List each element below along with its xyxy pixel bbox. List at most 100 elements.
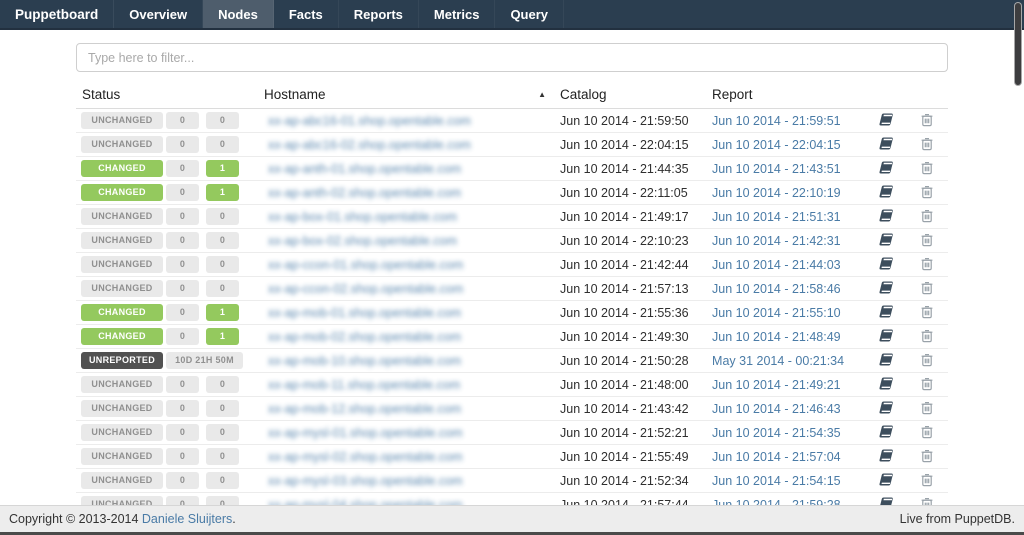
report-book-icon[interactable] — [878, 328, 894, 346]
hostname-link[interactable]: xx-ap-mob-02.shop.opentable.com — [268, 330, 461, 344]
status-badge: UNCHANGED — [81, 400, 163, 417]
hostname-link[interactable]: xx-ap-mob-12.shop.opentable.com — [268, 402, 461, 416]
delete-trash-icon[interactable] — [920, 208, 934, 226]
report-book-icon[interactable] — [878, 160, 894, 178]
report-timestamp-link[interactable]: Jun 10 2014 - 21:54:35 — [712, 426, 841, 440]
failed-count-badge: 0 — [166, 424, 199, 441]
puppetdb-status-text: Live from PuppetDB. — [900, 512, 1015, 526]
report-timestamp-link[interactable]: Jun 10 2014 - 21:57:04 — [712, 450, 841, 464]
changed-count-badge: 0 — [206, 472, 239, 489]
hostname-link[interactable]: xx-ap-mysl-02.shop.opentable.com — [268, 450, 463, 464]
report-book-icon[interactable] — [878, 184, 894, 202]
hostname-link[interactable]: xx-ap-mysl-03.shop.opentable.com — [268, 474, 463, 488]
report-book-icon[interactable] — [878, 280, 894, 298]
nav-item-facts[interactable]: Facts — [274, 0, 339, 28]
delete-trash-icon[interactable] — [920, 280, 934, 298]
node-table-row: CHANGED 0 1 xx-ap-anth-01.shop.opentable… — [76, 157, 948, 181]
delete-trash-icon[interactable] — [920, 184, 934, 202]
hostname-link[interactable]: xx-ap-mob-10.shop.opentable.com — [268, 354, 461, 368]
report-book-icon[interactable] — [878, 352, 894, 370]
vertical-scrollbar-thumb[interactable] — [1014, 2, 1022, 86]
node-table-row: UNREPORTED 10D 21H 50M xx-ap-mob-10.shop… — [76, 349, 948, 373]
delete-trash-icon[interactable] — [920, 376, 934, 394]
hostname-link[interactable]: xx-ap-ccon-01.shop.opentable.com — [268, 258, 463, 272]
report-book-icon[interactable] — [878, 256, 894, 274]
hostname-link[interactable]: xx-ap-abc16-01.shop.opentable.com — [268, 114, 471, 128]
report-timestamp-link[interactable]: Jun 10 2014 - 21:51:31 — [712, 210, 841, 224]
status-badge: UNCHANGED — [81, 424, 163, 441]
hostname-link[interactable]: xx-ap-box-01.shop.opentable.com — [268, 210, 457, 224]
report-book-icon[interactable] — [878, 112, 894, 130]
delete-trash-icon[interactable] — [920, 400, 934, 418]
delete-trash-icon[interactable] — [920, 160, 934, 178]
hostname-link[interactable]: xx-ap-anth-01.shop.opentable.com — [268, 162, 461, 176]
delete-trash-icon[interactable] — [920, 328, 934, 346]
report-timestamp-link[interactable]: Jun 10 2014 - 21:48:49 — [712, 330, 841, 344]
report-timestamp-link[interactable]: May 31 2014 - 00:21:34 — [712, 354, 844, 368]
nav-item-reports[interactable]: Reports — [339, 0, 419, 28]
report-book-icon[interactable] — [878, 208, 894, 226]
nav-item-overview[interactable]: Overview — [114, 0, 203, 28]
delete-trash-icon[interactable] — [920, 304, 934, 322]
changed-count-badge: 0 — [206, 376, 239, 393]
report-timestamp-link[interactable]: Jun 10 2014 - 21:58:46 — [712, 282, 841, 296]
report-book-icon[interactable] — [878, 136, 894, 154]
report-book-icon[interactable] — [878, 304, 894, 322]
report-book-icon[interactable] — [878, 232, 894, 250]
report-timestamp-link[interactable]: Jun 10 2014 - 21:46:43 — [712, 402, 841, 416]
delete-trash-icon[interactable] — [920, 424, 934, 442]
brand-puppetboard[interactable]: Puppetboard — [0, 0, 114, 28]
column-header-report[interactable]: Report — [712, 84, 866, 109]
delete-trash-icon[interactable] — [920, 136, 934, 154]
report-book-icon[interactable] — [878, 472, 894, 490]
report-timestamp-link[interactable]: Jun 10 2014 - 21:54:15 — [712, 474, 841, 488]
report-timestamp-link[interactable]: Jun 10 2014 - 22:04:15 — [712, 138, 841, 152]
node-table-row: UNCHANGED 0 0 xx-ap-abc16-01.shop.openta… — [76, 109, 948, 133]
report-timestamp-link[interactable]: Jun 10 2014 - 21:59:51 — [712, 114, 841, 128]
report-timestamp-link[interactable]: Jun 10 2014 - 21:44:03 — [712, 258, 841, 272]
status-badge: UNCHANGED — [81, 208, 163, 225]
catalog-timestamp: Jun 10 2014 - 21:52:21 — [560, 421, 712, 445]
report-book-icon[interactable] — [878, 424, 894, 442]
nav-item-nodes[interactable]: Nodes — [203, 0, 274, 28]
hostname-link[interactable]: xx-ap-ccon-02.shop.opentable.com — [268, 282, 463, 296]
delete-trash-icon[interactable] — [920, 472, 934, 490]
catalog-timestamp: Jun 10 2014 - 21:44:35 — [560, 157, 712, 181]
delete-trash-icon[interactable] — [920, 256, 934, 274]
failed-count-badge: 0 — [166, 232, 199, 249]
delete-trash-icon[interactable] — [920, 448, 934, 466]
author-link[interactable]: Daniele Sluijters — [142, 512, 232, 526]
catalog-timestamp: Jun 10 2014 - 21:55:36 — [560, 301, 712, 325]
report-timestamp-link[interactable]: Jun 10 2014 - 21:42:31 — [712, 234, 841, 248]
node-table-row: UNCHANGED 0 0 xx-ap-box-02.shop.opentabl… — [76, 229, 948, 253]
hostname-link[interactable]: xx-ap-mob-01.shop.opentable.com — [268, 306, 461, 320]
hostname-link[interactable]: xx-ap-mysl-01.shop.opentable.com — [268, 426, 463, 440]
report-book-icon[interactable] — [878, 400, 894, 418]
hostname-link[interactable]: xx-ap-anth-02.shop.opentable.com — [268, 186, 461, 200]
report-timestamp-link[interactable]: Jun 10 2014 - 21:43:51 — [712, 162, 841, 176]
table-header-row: Status Hostname ▲ Catalog Report — [76, 84, 948, 109]
hostname-link[interactable]: xx-ap-mob-11.shop.opentable.com — [268, 378, 460, 392]
nav-item-metrics[interactable]: Metrics — [419, 0, 496, 28]
report-timestamp-link[interactable]: Jun 10 2014 - 21:55:10 — [712, 306, 841, 320]
delete-trash-icon[interactable] — [920, 112, 934, 130]
failed-count-badge: 0 — [166, 184, 199, 201]
report-book-icon[interactable] — [878, 448, 894, 466]
hostname-link[interactable]: xx-ap-box-02.shop.opentable.com — [268, 234, 457, 248]
node-table-row: CHANGED 0 1 xx-ap-mob-02.shop.opentable.… — [76, 325, 948, 349]
column-header-hostname[interactable]: Hostname ▲ — [256, 84, 560, 109]
report-book-icon[interactable] — [878, 376, 894, 394]
column-header-catalog[interactable]: Catalog — [560, 84, 712, 109]
changed-count-badge: 0 — [206, 280, 239, 297]
report-timestamp-link[interactable]: Jun 10 2014 - 22:10:19 — [712, 186, 841, 200]
hostname-link[interactable]: xx-ap-abc16-02.shop.opentable.com — [268, 138, 471, 152]
failed-count-badge: 0 — [166, 112, 199, 129]
node-table-row: UNCHANGED 0 0 xx-ap-ccon-02.shop.opentab… — [76, 277, 948, 301]
status-badge: UNCHANGED — [81, 112, 163, 129]
filter-input[interactable] — [76, 43, 948, 72]
puppetboard-nodes-page: Puppetboard Overview Nodes Facts Reports… — [0, 0, 1024, 535]
delete-trash-icon[interactable] — [920, 232, 934, 250]
delete-trash-icon[interactable] — [920, 352, 934, 370]
nav-item-query[interactable]: Query — [495, 0, 564, 28]
report-timestamp-link[interactable]: Jun 10 2014 - 21:49:21 — [712, 378, 841, 392]
